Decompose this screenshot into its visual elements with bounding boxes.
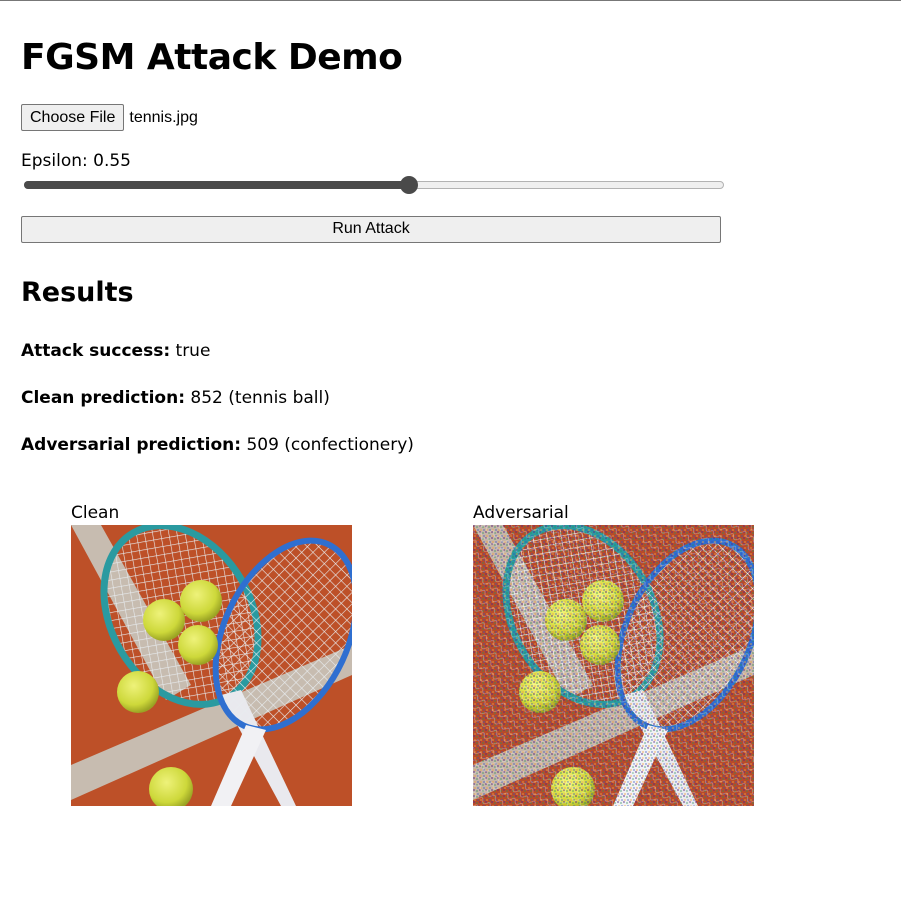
tennis-photo-adversarial (473, 525, 754, 806)
slider-fill (24, 181, 409, 189)
slider-thumb[interactable] (400, 176, 418, 194)
attack-success-row: Attack success: true (21, 341, 210, 361)
file-name-label: tennis.jpg (129, 108, 198, 126)
run-attack-button[interactable]: Run Attack (21, 216, 721, 243)
results-heading: Results (21, 277, 134, 308)
adversarial-image-block: Adversarial (473, 501, 754, 806)
tennis-photo-clean (71, 525, 352, 806)
adversarial-prediction-value: 509 (confectionery) (246, 435, 414, 455)
choose-file-button[interactable]: Choose File (21, 104, 125, 131)
attack-success-value: true (175, 341, 211, 361)
page-title: FGSM Attack Demo (21, 37, 403, 78)
clean-prediction-row: Clean prediction: 852 (tennis ball) (21, 388, 330, 408)
clean-image-block: Clean (71, 501, 352, 806)
attack-success-label: Attack success: (21, 341, 171, 361)
adversarial-image (473, 525, 754, 806)
adversarial-prediction-row: Adversarial prediction: 509 (confectione… (21, 435, 414, 455)
epsilon-label: Epsilon: 0.55 (21, 151, 131, 171)
clean-image (71, 525, 352, 806)
adversarial-prediction-label: Adversarial prediction: (21, 435, 242, 455)
epsilon-slider[interactable] (24, 176, 724, 194)
adversarial-image-caption: Adversarial (473, 503, 569, 523)
file-input[interactable]: Choose File tennis.jpg (21, 104, 198, 131)
clean-image-caption: Clean (71, 503, 120, 523)
clean-prediction-label: Clean prediction: (21, 388, 186, 408)
clean-prediction-value: 852 (tennis ball) (190, 388, 330, 408)
